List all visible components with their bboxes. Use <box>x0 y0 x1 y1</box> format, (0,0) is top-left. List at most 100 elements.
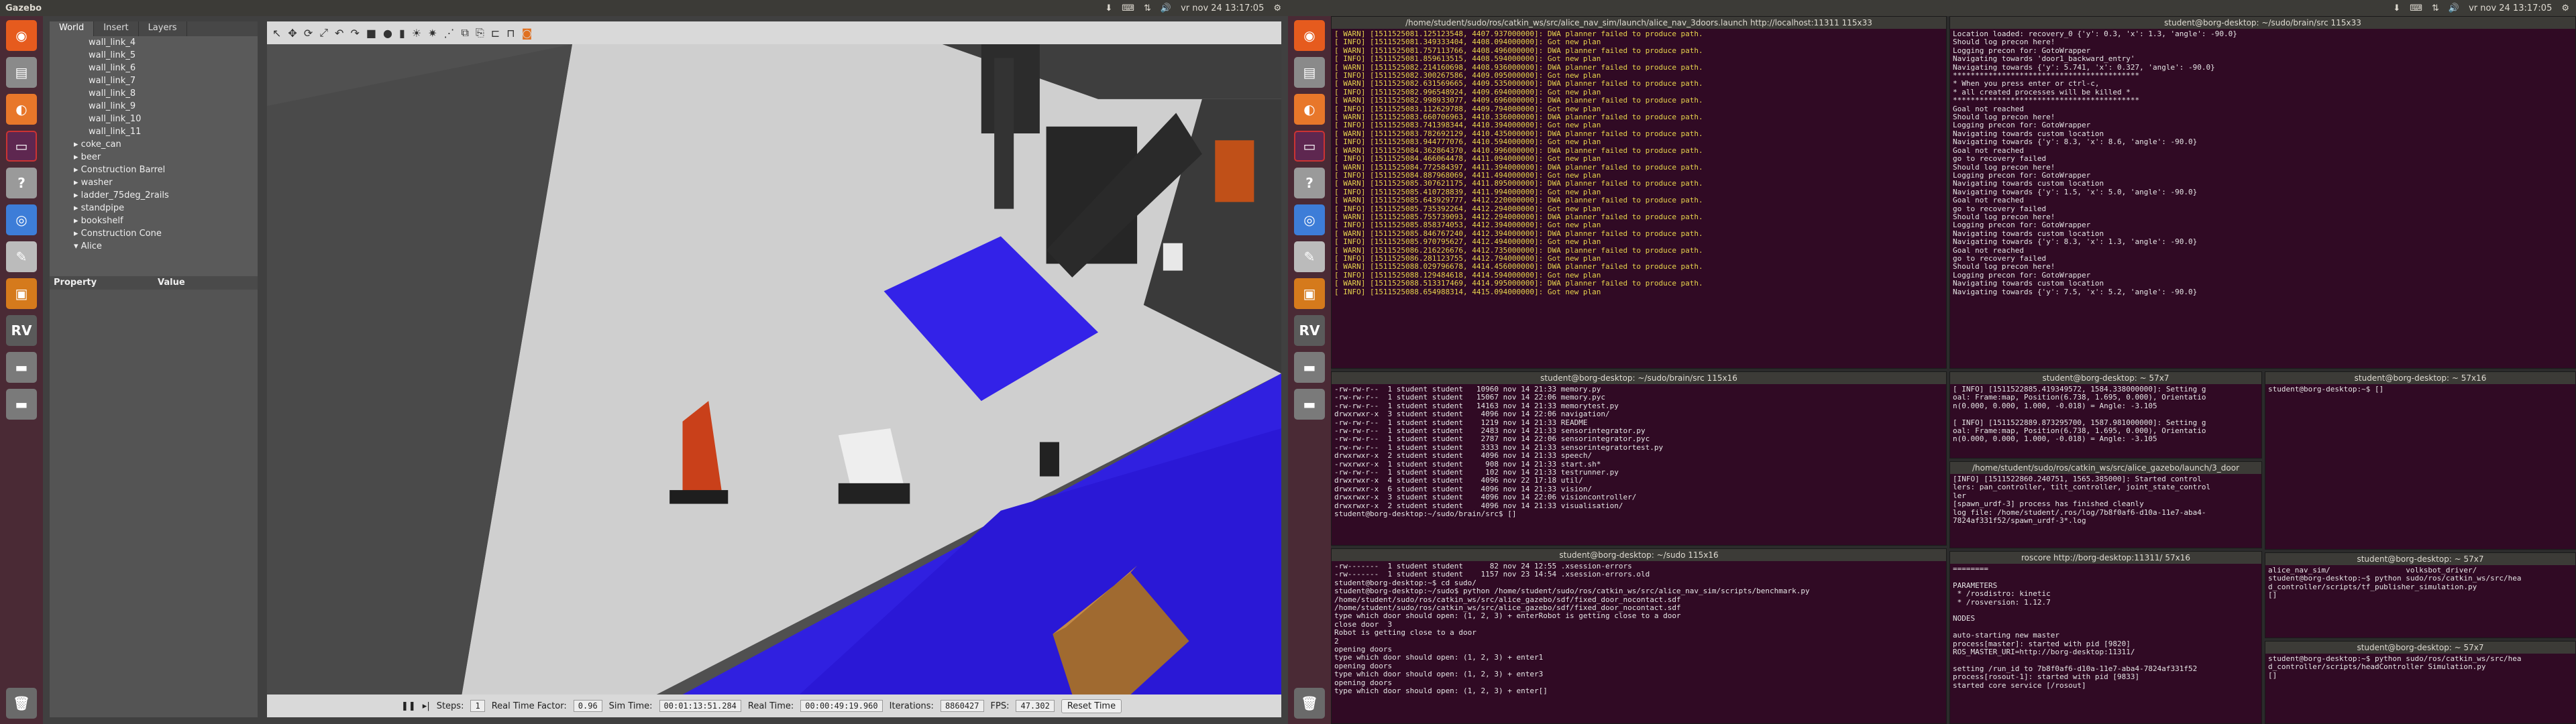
system-tray: ⬇ ⌨ ⇅ 🔊 vr nov 24 13:17:05 ⚙ <box>2393 3 2576 13</box>
rviz-icon[interactable]: RV <box>1294 315 1325 346</box>
undo-icon[interactable]: ↶ <box>335 27 343 40</box>
tree-item[interactable]: ▸ beer <box>50 151 258 164</box>
tree-item[interactable]: wall_link_4 <box>50 36 258 49</box>
network-icon[interactable]: ⇅ <box>1144 3 1151 13</box>
3d-scene[interactable] <box>267 44 1281 695</box>
help-icon[interactable]: ? <box>6 168 37 198</box>
terminal-brain[interactable]: student@borg-desktop: ~/sudo/brain/src 1… <box>1949 16 2576 369</box>
rotate-tool-icon[interactable]: ⟳ <box>304 27 313 40</box>
tab-layers[interactable]: Layers <box>139 21 187 36</box>
keyboard-icon[interactable]: ⌨ <box>1122 3 1134 13</box>
tab-insert[interactable]: Insert <box>94 21 139 36</box>
scale-tool-icon[interactable]: ⤢ <box>319 26 328 40</box>
tree-item[interactable]: ▸ standpipe <box>50 202 258 215</box>
volume-icon[interactable]: 🔊 <box>1161 3 1171 13</box>
expand-arrow-icon[interactable]: ▾ <box>74 241 81 251</box>
tree-item[interactable]: wall_link_7 <box>50 74 258 87</box>
tree-item[interactable]: wall_link_9 <box>50 100 258 113</box>
firefox-icon[interactable]: ◐ <box>1294 94 1325 125</box>
terminal-benchmark[interactable]: student@borg-desktop: ~/sudo 115x16 -rw-… <box>1331 548 1947 724</box>
settings-icon[interactable]: ⚙ <box>1273 3 1281 13</box>
snap-icon[interactable]: ⊓ <box>506 27 515 40</box>
tree-item[interactable]: ▸ washer <box>50 176 258 189</box>
files-icon[interactable]: ▤ <box>6 57 37 88</box>
expand-arrow-icon[interactable]: ▸ <box>74 203 81 213</box>
tree-item[interactable]: ▾ Alice <box>50 240 258 253</box>
clock[interactable]: vr nov 24 13:17:05 <box>2469 3 2552 13</box>
network-icon[interactable]: ⇅ <box>2432 3 2439 13</box>
expand-arrow-icon[interactable]: ▸ <box>74 152 81 162</box>
copy-icon[interactable]: ⧉ <box>462 26 469 40</box>
terminal-brain-ls[interactable]: student@borg-desktop: ~/sudo/brain/src 1… <box>1331 371 1947 546</box>
cylinder-shape-icon[interactable]: ▮ <box>399 27 405 40</box>
terminal-icon[interactable]: ▭ <box>6 131 37 162</box>
redo-icon[interactable]: ↷ <box>350 27 359 40</box>
terminal-home[interactable]: student@borg-desktop: ~ 57x16 student@bo… <box>2265 371 2576 550</box>
terminal-tf-publisher[interactable]: student@borg-desktop: ~ 57x7 alice_nav_s… <box>2265 552 2576 638</box>
terminal-goal[interactable]: student@borg-desktop: ~ 57x7 [ INFO] [15… <box>1949 371 2262 459</box>
drive-icon[interactable]: ▬ <box>6 389 37 420</box>
settings-icon[interactable]: ⚙ <box>2561 3 2569 13</box>
dropbox-icon[interactable]: ⬇ <box>1105 3 1112 13</box>
clock[interactable]: vr nov 24 13:17:05 <box>1181 3 1264 13</box>
terminal-icon[interactable]: ▭ <box>1294 131 1325 162</box>
tree-item[interactable]: wall_link_5 <box>50 49 258 62</box>
realtime-value: 00:00:49:19.960 <box>800 700 883 712</box>
rviz-icon[interactable]: RV <box>6 315 37 346</box>
tab-world[interactable]: World <box>50 21 95 36</box>
spot-light-icon[interactable]: ✷ <box>428 27 437 40</box>
box-shape-icon[interactable]: ■ <box>366 27 376 40</box>
drive-icon[interactable]: ▬ <box>1294 389 1325 420</box>
terminal-output: [ WARN] [1511525081.125123548, 4407.9370… <box>1334 29 1703 296</box>
steps-value[interactable]: 1 <box>470 700 485 712</box>
expand-arrow-icon[interactable]: ▸ <box>74 165 81 175</box>
tree-item[interactable]: ▸ coke_can <box>50 138 258 151</box>
expand-arrow-icon[interactable]: ▸ <box>74 178 81 188</box>
sphere-shape-icon[interactable]: ● <box>383 27 392 40</box>
chromium-icon[interactable]: ◎ <box>6 204 37 235</box>
expand-arrow-icon[interactable]: ▸ <box>74 190 81 200</box>
terminal-nav-launch[interactable]: /home/student/sudo/ros/catkin_ws/src/ali… <box>1331 16 1947 369</box>
select-tool-icon[interactable]: ↖ <box>272 27 281 40</box>
trash-icon[interactable]: 🗑 <box>1294 688 1325 719</box>
tree-item[interactable]: ▸ bookshelf <box>50 215 258 227</box>
expand-arrow-icon[interactable]: ▸ <box>74 229 81 239</box>
dash-icon[interactable]: ◉ <box>1294 20 1325 51</box>
terminal-roscore[interactable]: roscore http://borg-desktop:11311/ 57x16… <box>1949 551 2262 724</box>
volume-icon[interactable]: 🔊 <box>2449 3 2459 13</box>
align-icon[interactable]: ⊏ <box>491 27 500 40</box>
expand-arrow-icon[interactable]: ▸ <box>74 216 81 226</box>
text-editor-icon[interactable]: ✎ <box>6 241 37 272</box>
point-light-icon[interactable]: ☀ <box>412 27 421 40</box>
paste-icon[interactable]: ⎘ <box>476 26 484 40</box>
dropbox-icon[interactable]: ⬇ <box>2393 3 2400 13</box>
tree-item[interactable]: ▸ ladder_75deg_2rails <box>50 189 258 202</box>
translate-tool-icon[interactable]: ✥ <box>288 27 297 40</box>
firefox-icon[interactable]: ◐ <box>6 94 37 125</box>
pause-button[interactable]: ❚❚ <box>401 701 416 711</box>
files-icon[interactable]: ▤ <box>1294 57 1325 88</box>
drive-icon[interactable]: ▬ <box>1294 352 1325 383</box>
chromium-icon[interactable]: ◎ <box>1294 204 1325 235</box>
tree-item[interactable]: wall_link_8 <box>50 87 258 100</box>
terminal-head-controller[interactable]: student@borg-desktop: ~ 57x7 student@bor… <box>2265 641 2576 724</box>
tree-item[interactable]: wall_link_6 <box>50 62 258 74</box>
keyboard-icon[interactable]: ⌨ <box>2410 3 2422 13</box>
text-editor-icon[interactable]: ✎ <box>1294 241 1325 272</box>
tree-item[interactable]: wall_link_11 <box>50 125 258 138</box>
help-icon[interactable]: ? <box>1294 168 1325 198</box>
drive-icon[interactable]: ▬ <box>6 352 37 383</box>
tree-item[interactable]: ▸ Construction Barrel <box>50 164 258 176</box>
package-icon[interactable]: ▣ <box>6 278 37 309</box>
expand-arrow-icon[interactable]: ▸ <box>74 139 81 149</box>
trash-icon[interactable]: 🗑 <box>6 688 37 719</box>
dash-icon[interactable]: ◉ <box>6 20 37 51</box>
reset-time-button[interactable]: Reset Time <box>1061 699 1122 713</box>
package-icon[interactable]: ▣ <box>1294 278 1325 309</box>
step-button[interactable]: ▸| <box>423 701 430 711</box>
tree-item[interactable]: wall_link_10 <box>50 113 258 125</box>
screenshot-icon[interactable]: ◙ <box>522 27 533 40</box>
directional-light-icon[interactable]: ⋰ <box>444 27 455 40</box>
terminal-gazebo-launch[interactable]: /home/student/sudo/ros/catkin_ws/src/ali… <box>1949 461 2262 548</box>
tree-item[interactable]: ▸ Construction Cone <box>50 227 258 240</box>
